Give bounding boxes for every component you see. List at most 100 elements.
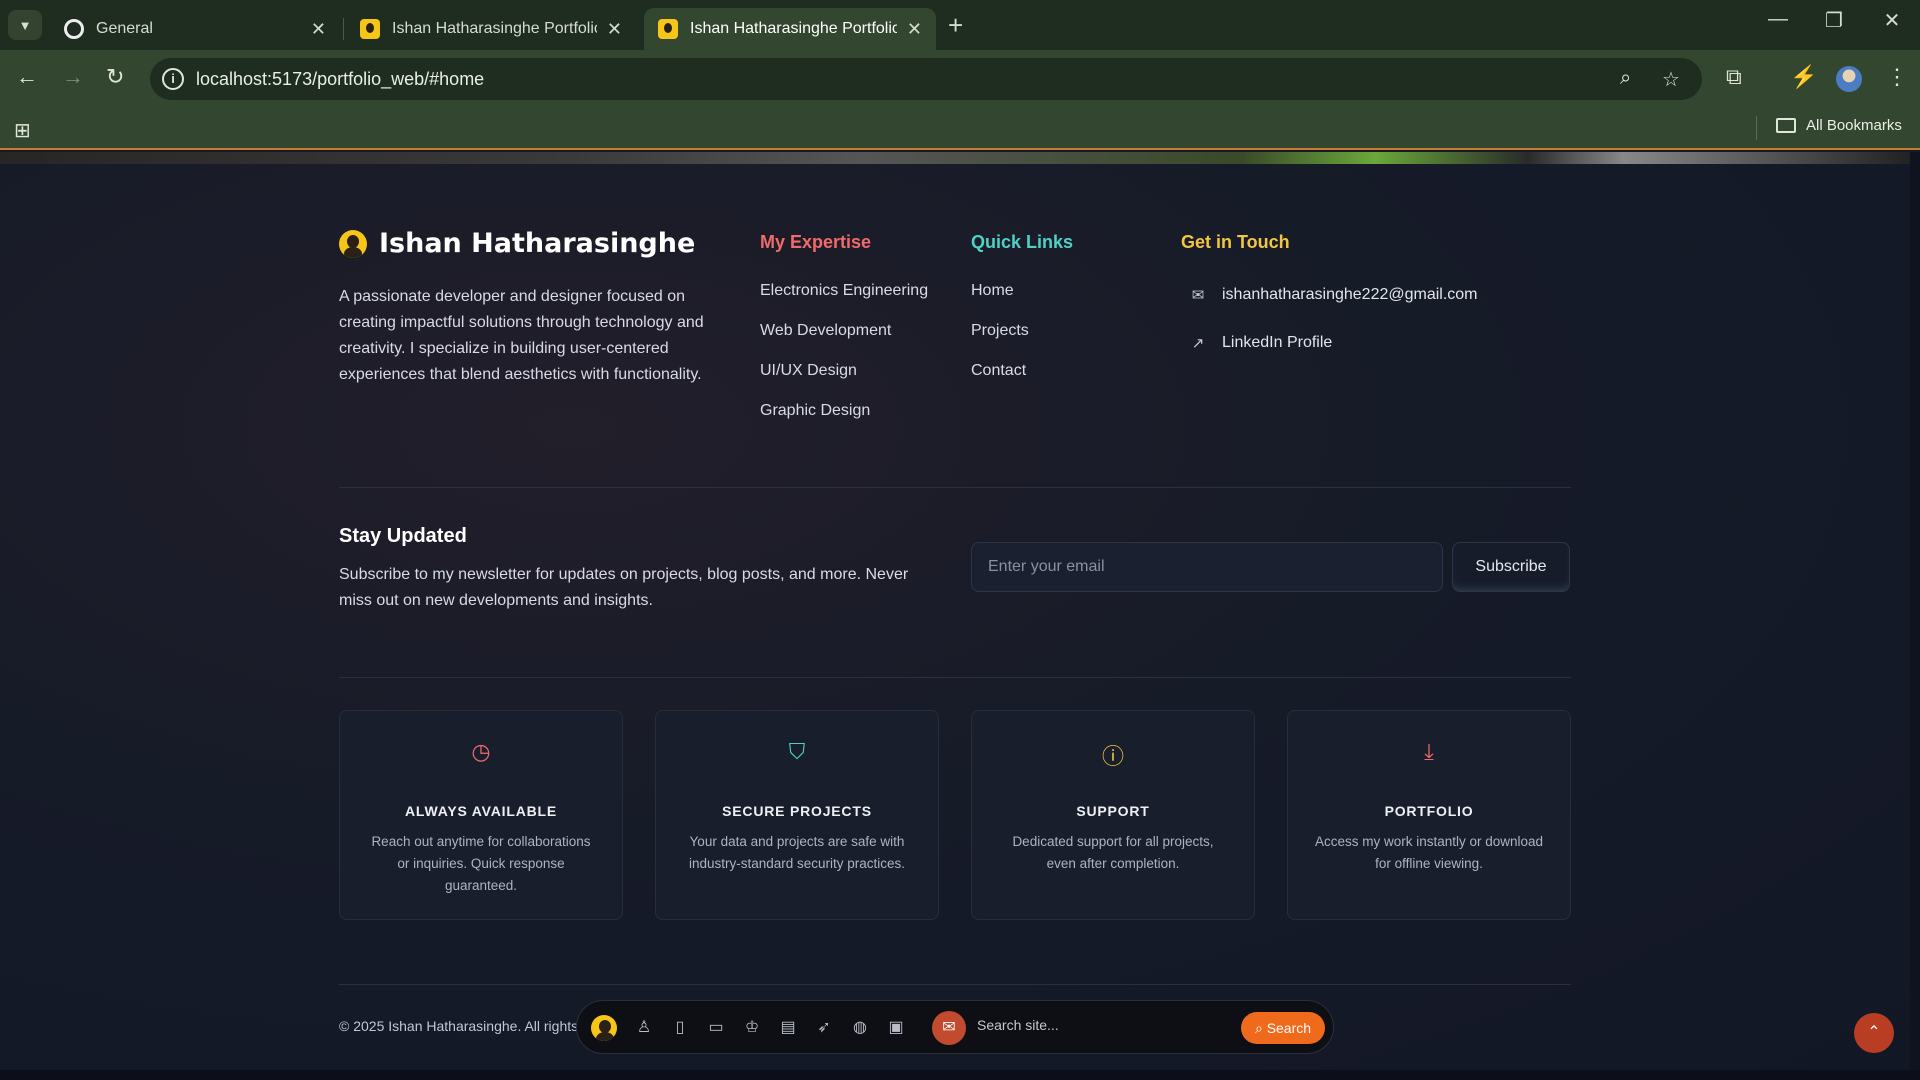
floating-nav-dock: ♙ ▯ ▭ ♔ ▤ ➶ ◍ ▣ ✉ ⌕ Search <box>576 1000 1334 1054</box>
expertise-title: My Expertise <box>760 232 872 252</box>
contact-linkedin[interactable]: ↗ LinkedIn Profile <box>1188 334 1333 352</box>
tab-portfolio-1[interactable]: Ishan Hatharasinghe Portfolio ✕ <box>346 8 636 50</box>
feature-text: Access my work instantly or download for… <box>1314 834 1544 871</box>
expertise-list: Electronics Engineering Web Development … <box>760 282 928 442</box>
performance-icon[interactable]: ⚡ <box>1790 64 1817 90</box>
search-icon: ⌕ <box>1254 1019 1267 1036</box>
feature-title: PORTFOLIO <box>1384 803 1474 819</box>
tab-title: Ishan Hatharasinghe Portfolio <box>690 20 897 37</box>
apps-grid-icon[interactable]: ⊞ <box>14 118 31 143</box>
newsletter-email-input[interactable] <box>971 542 1443 592</box>
close-icon[interactable]: ✕ <box>907 19 922 40</box>
feature-card-secure: ⛉ SECURE PROJECTS Your data and projects… <box>655 710 939 920</box>
linkedin-text: LinkedIn Profile <box>1222 334 1333 351</box>
copyright-text: © 2025 Ishan Hatharasinghe. All rights <box>339 1018 579 1034</box>
email-text: ishanhatharasinghe222@gmail.com <box>1222 286 1478 303</box>
devices-icon[interactable]: ▭ <box>705 1017 727 1037</box>
reload-icon[interactable]: ↻ <box>106 64 124 90</box>
zoom-icon[interactable]: ⌕ <box>1620 67 1631 90</box>
page-footer: Ishan Hatharasinghe A passionate develop… <box>0 152 1910 1070</box>
book-icon[interactable]: ▯ <box>669 1017 691 1037</box>
newsletter-title: Stay Updated <box>339 525 467 547</box>
shield-icon: ⛉ <box>788 739 806 764</box>
hero-image-edge <box>0 152 1910 164</box>
scroll-to-top-button[interactable]: ⌃ <box>1854 1013 1894 1053</box>
quick-link-projects[interactable]: Projects <box>971 322 1029 362</box>
message-icon[interactable]: ▣ <box>885 1017 907 1037</box>
award-icon[interactable]: ♔ <box>741 1017 763 1037</box>
back-icon[interactable]: ← <box>16 64 38 90</box>
quick-link-home[interactable]: Home <box>971 282 1029 322</box>
subscribe-button[interactable]: Subscribe <box>1452 542 1570 592</box>
avatar <box>339 229 367 258</box>
home-avatar-button[interactable] <box>591 1015 617 1041</box>
url-text[interactable]: localhost:5173/portfolio_web/#home <box>196 69 484 90</box>
mail-icon[interactable]: ✉ <box>932 1011 966 1045</box>
close-icon[interactable]: ✕ <box>607 19 622 40</box>
rocket-icon[interactable]: ➶ <box>813 1017 835 1037</box>
palette-icon[interactable]: ◍ <box>849 1017 871 1037</box>
menu-icon[interactable]: ⋮ <box>1886 64 1908 90</box>
new-tab-button[interactable]: + <box>948 10 963 41</box>
minimize-icon[interactable]: — <box>1758 8 1798 31</box>
footer-brand[interactable]: Ishan Hatharasinghe <box>339 228 695 259</box>
feature-card-support: ⓘ SUPPORT Dedicated support for all proj… <box>971 710 1255 920</box>
site-info-icon[interactable]: i <box>162 68 184 90</box>
tab-general[interactable]: General ✕ <box>50 8 340 50</box>
window-close-icon[interactable]: ✕ <box>1872 8 1912 33</box>
browser-toolbar: ← → ↻ i localhost:5173/portfolio_web/#ho… <box>0 50 1920 108</box>
address-bar[interactable]: i localhost:5173/portfolio_web/#home ⌕ ☆ <box>150 58 1702 100</box>
brand-name: Ishan Hatharasinghe <box>379 228 696 259</box>
folder-icon <box>1776 118 1796 133</box>
divider <box>339 487 1571 488</box>
feature-title: ALWAYS AVAILABLE <box>404 803 558 819</box>
user-icon[interactable]: ♙ <box>633 1017 655 1037</box>
browser-tab-bar: ▼ General ✕ Ishan Hatharasinghe Portfoli… <box>0 0 1920 50</box>
search-button-label: Search <box>1266 1019 1312 1036</box>
divider <box>339 677 1571 678</box>
briefcase-icon[interactable]: ▤ <box>777 1017 799 1037</box>
external-link-icon: ↗ <box>1191 335 1205 352</box>
quick-link-contact[interactable]: Contact <box>971 362 1029 402</box>
feature-text: Your data and projects are safe with ind… <box>688 834 906 871</box>
portfolio-favicon <box>360 19 380 39</box>
extensions-icon[interactable]: ⧉ <box>1726 64 1742 90</box>
tab-title: General <box>96 20 153 37</box>
feature-title: SECURE PROJECTS <box>722 803 872 819</box>
feature-title: SUPPORT <box>1076 803 1150 819</box>
close-icon[interactable]: ✕ <box>311 19 326 40</box>
feature-card-portfolio: ⤓ PORTFOLIO Access my work instantly or … <box>1287 710 1571 920</box>
all-bookmarks-button[interactable]: All Bookmarks <box>1776 117 1902 134</box>
expertise-item[interactable]: Web Development <box>760 322 928 362</box>
clock-icon: ◷ <box>471 739 491 764</box>
get-in-touch-title: Get in Touch <box>1181 232 1290 252</box>
feature-text: Reach out anytime for collaborations or … <box>371 834 591 893</box>
expertise-item[interactable]: UI/UX Design <box>760 362 928 402</box>
forward-icon[interactable]: → <box>62 64 84 90</box>
feature-text: Dedicated support for all projects, even… <box>1012 834 1214 871</box>
bookmark-star-icon[interactable]: ☆ <box>1662 67 1680 92</box>
expertise-item[interactable]: Graphic Design <box>760 402 928 442</box>
bookmarks-separator <box>1756 116 1757 140</box>
search-button[interactable]: ⌕ Search <box>1241 1012 1325 1044</box>
newsletter-text: Subscribe to my newsletter for updates o… <box>339 566 909 609</box>
quick-links-title: Quick Links <box>971 232 1074 252</box>
expertise-item[interactable]: Electronics Engineering <box>760 282 928 322</box>
tab-search-button[interactable]: ▼ <box>8 10 42 40</box>
divider <box>339 984 1571 985</box>
tab-portfolio-active[interactable]: Ishan Hatharasinghe Portfolio ✕ <box>644 8 936 50</box>
window-bottom-edge <box>0 1070 1920 1080</box>
feature-card-available: ◷ ALWAYS AVAILABLE Reach out anytime for… <box>339 710 623 920</box>
tab-title: Ishan Hatharasinghe Portfolio <box>392 20 597 37</box>
profile-avatar[interactable] <box>1836 66 1862 92</box>
page-scrollbar[interactable] <box>1910 152 1920 1070</box>
contact-email[interactable]: ✉ ishanhatharasinghe222@gmail.com <box>1188 286 1478 304</box>
restore-icon[interactable]: ❐ <box>1814 8 1854 33</box>
download-icon: ⤓ <box>1424 739 1434 764</box>
site-search-input[interactable] <box>977 1017 1197 1033</box>
chevron-up-icon: ⌃ <box>1867 1024 1881 1041</box>
bookmarks-bar: ⊞ All Bookmarks <box>0 108 1920 150</box>
help-circle-icon: ⓘ <box>1101 744 1124 769</box>
portfolio-favicon <box>658 19 678 39</box>
about-text: A passionate developer and designer focu… <box>339 288 704 383</box>
